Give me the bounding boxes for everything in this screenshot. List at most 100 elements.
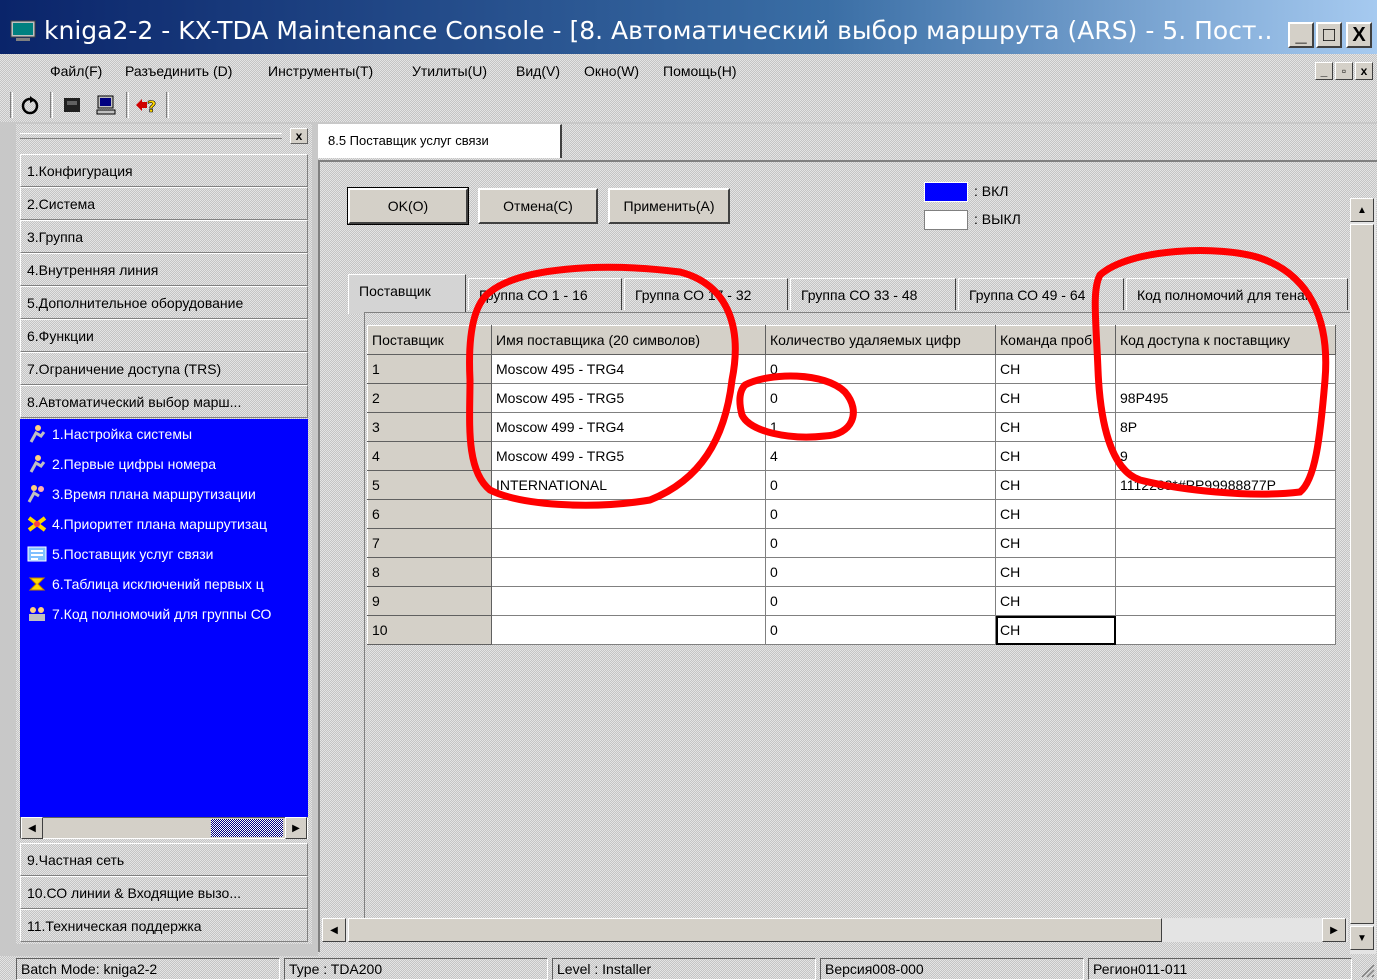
test-command-cell[interactable]: CH <box>995 441 1116 471</box>
nav-extension[interactable]: 4.Внутренняя линия <box>20 253 308 286</box>
carrier-name-cell[interactable] <box>491 499 766 529</box>
column-header-access-code[interactable]: Код доступа к поставщику <box>1115 325 1336 355</box>
tab-tenant-authorization[interactable]: Код полномочий для тенан <box>1126 278 1348 310</box>
tab-co-group-17-32[interactable]: Группа СО 17 - 32 <box>624 278 788 310</box>
minimize-button[interactable]: _ <box>1288 22 1314 48</box>
cancel-button[interactable]: Отмена(C) <box>478 188 598 224</box>
nav-features[interactable]: 6.Функции <box>20 319 308 352</box>
apply-button[interactable]: Применить(A) <box>608 188 730 224</box>
access-code-cell[interactable] <box>1115 586 1336 616</box>
carrier-name-cell[interactable] <box>491 557 766 587</box>
removed-digits-cell[interactable]: 0 <box>765 586 996 616</box>
access-code-cell[interactable] <box>1115 499 1336 529</box>
panel-grip[interactable] <box>20 133 282 139</box>
removed-digits-cell[interactable]: 1 <box>765 412 996 442</box>
access-code-cell[interactable] <box>1115 557 1336 587</box>
access-code-cell[interactable]: 8P <box>1115 412 1336 442</box>
test-command-cell-focused[interactable]: CH <box>995 615 1116 645</box>
menu-file[interactable]: Файл(F) <box>50 63 102 79</box>
horizontal-scrollbar[interactable]: ◀ ▶ <box>322 918 1348 942</box>
scroll-left-icon[interactable]: ◀ <box>322 918 346 942</box>
tab-co-group-49-64[interactable]: Группа СО 49 - 64 <box>958 278 1124 310</box>
mdi-minimize-button[interactable]: _ <box>1315 62 1333 80</box>
menu-utilities[interactable]: Утилиты(U) <box>412 63 487 79</box>
tree-item-system-setup[interactable]: 1.Настройка системы <box>26 421 308 447</box>
nav-co-lines[interactable]: 10.СО линии & Входящие вызо... <box>20 876 308 909</box>
removed-digits-cell[interactable]: 0 <box>765 383 996 413</box>
mdi-restore-button[interactable]: ▫ <box>1335 62 1353 80</box>
tab-co-group-1-16[interactable]: Группа СО 1 - 16 <box>468 278 622 310</box>
test-command-cell[interactable]: CH <box>995 528 1116 558</box>
help-icon[interactable]: ? <box>132 92 160 118</box>
menu-view[interactable]: Вид(V) <box>516 63 560 79</box>
resize-grip-icon[interactable] <box>1359 962 1375 978</box>
tree-item-authorization-code[interactable]: 7.Код полномочий для группы СО <box>26 601 308 627</box>
scroll-up-icon[interactable]: ▲ <box>1350 198 1374 222</box>
carrier-name-cell[interactable]: Moscow 499 - TRG4 <box>491 412 766 442</box>
access-code-cell[interactable]: 98P495 <box>1115 383 1336 413</box>
removed-digits-cell[interactable]: 4 <box>765 441 996 471</box>
column-header-carrier-name[interactable]: Имя поставщика (20 символов) <box>491 325 766 355</box>
tree-item-routing-time[interactable]: 3.Время плана маршрутизации <box>26 481 308 507</box>
tab-carrier[interactable]: Поставщик <box>348 274 466 314</box>
test-command-cell[interactable]: CH <box>995 586 1116 616</box>
tree-item-leading-digits[interactable]: 2.Первые цифры номера <box>26 451 308 477</box>
nav-optional-equipment[interactable]: 5.Дополнительное оборудование <box>20 286 308 319</box>
panel-close-button[interactable]: x <box>290 128 308 144</box>
tree-item-carrier[interactable]: 5.Поставщик услуг связи <box>26 541 308 567</box>
connect-icon[interactable] <box>58 92 86 118</box>
carrier-name-cell[interactable]: Moscow 495 - TRG5 <box>491 383 766 413</box>
horizontal-scroll-thumb[interactable] <box>348 918 1162 942</box>
carrier-name-cell[interactable] <box>491 528 766 558</box>
nav-ars[interactable]: 8.Автоматический выбор марш... <box>20 385 308 418</box>
carrier-name-cell[interactable] <box>491 615 766 645</box>
test-command-cell[interactable]: CH <box>995 354 1116 384</box>
nav-maintenance[interactable]: 11.Техническая поддержка <box>20 909 308 942</box>
removed-digits-cell[interactable]: 0 <box>765 528 996 558</box>
vertical-scrollbar[interactable]: ▲ ▼ <box>1350 198 1376 954</box>
refresh-icon[interactable] <box>16 92 44 118</box>
scroll-down-icon[interactable]: ▼ <box>1350 926 1374 950</box>
computer-icon[interactable] <box>92 92 120 118</box>
nav-trs[interactable]: 7.Ограничение доступа (TRS) <box>20 352 308 385</box>
close-button[interactable]: X <box>1346 22 1372 48</box>
mdi-close-button[interactable]: x <box>1355 62 1373 80</box>
menu-help[interactable]: Помощь(H) <box>663 63 737 79</box>
document-tab[interactable]: 8.5 Поставщик услуг связи <box>318 124 562 158</box>
menu-disconnect[interactable]: Разъединить (D) <box>125 63 232 79</box>
access-code-cell[interactable]: 1112233*#PP99988877P <box>1115 470 1336 500</box>
nav-system[interactable]: 2.Система <box>20 187 308 220</box>
ok-button[interactable]: OK(O) <box>347 187 469 225</box>
removed-digits-cell[interactable]: 0 <box>765 557 996 587</box>
tree-item-exception-table[interactable]: 6.Таблица исключений первых ц <box>26 571 308 597</box>
access-code-cell[interactable] <box>1115 354 1336 384</box>
removed-digits-cell[interactable]: 0 <box>765 470 996 500</box>
vertical-scroll-thumb[interactable] <box>1350 224 1374 924</box>
scroll-thumb[interactable] <box>211 819 283 837</box>
removed-digits-cell[interactable]: 0 <box>765 354 996 384</box>
column-header-test-command[interactable]: Команда проб <box>995 325 1116 355</box>
nav-private-network[interactable]: 9.Частная сеть <box>20 843 308 876</box>
access-code-cell[interactable] <box>1115 615 1336 645</box>
access-code-cell[interactable]: 9 <box>1115 441 1336 471</box>
scroll-right-icon[interactable]: ▶ <box>285 817 307 839</box>
access-code-cell[interactable] <box>1115 528 1336 558</box>
carrier-name-cell[interactable] <box>491 586 766 616</box>
tab-co-group-33-48[interactable]: Группа СО 33 - 48 <box>790 278 956 310</box>
test-command-cell[interactable]: CH <box>995 412 1116 442</box>
menu-window[interactable]: Окно(W) <box>584 63 639 79</box>
column-header-removed-digits[interactable]: Количество удаляемых цифр <box>765 325 996 355</box>
test-command-cell[interactable]: CH <box>995 557 1116 587</box>
test-command-cell[interactable]: CH <box>995 383 1116 413</box>
nav-configuration[interactable]: 1.Конфигурация <box>20 154 308 187</box>
navigation-horizontal-scrollbar[interactable]: ◀ ▶ <box>20 817 308 839</box>
carrier-name-cell[interactable]: Moscow 499 - TRG5 <box>491 441 766 471</box>
carrier-name-cell[interactable]: Moscow 495 - TRG4 <box>491 354 766 384</box>
test-command-cell[interactable]: CH <box>995 470 1116 500</box>
tree-item-routing-priority[interactable]: 4.Приоритет плана маршрутизац <box>26 511 308 537</box>
column-header-carrier[interactable]: Поставщик <box>367 325 492 355</box>
removed-digits-cell[interactable]: 0 <box>765 499 996 529</box>
scroll-right-icon[interactable]: ▶ <box>1322 918 1346 942</box>
removed-digits-cell[interactable]: 0 <box>765 615 996 645</box>
test-command-cell[interactable]: CH <box>995 499 1116 529</box>
